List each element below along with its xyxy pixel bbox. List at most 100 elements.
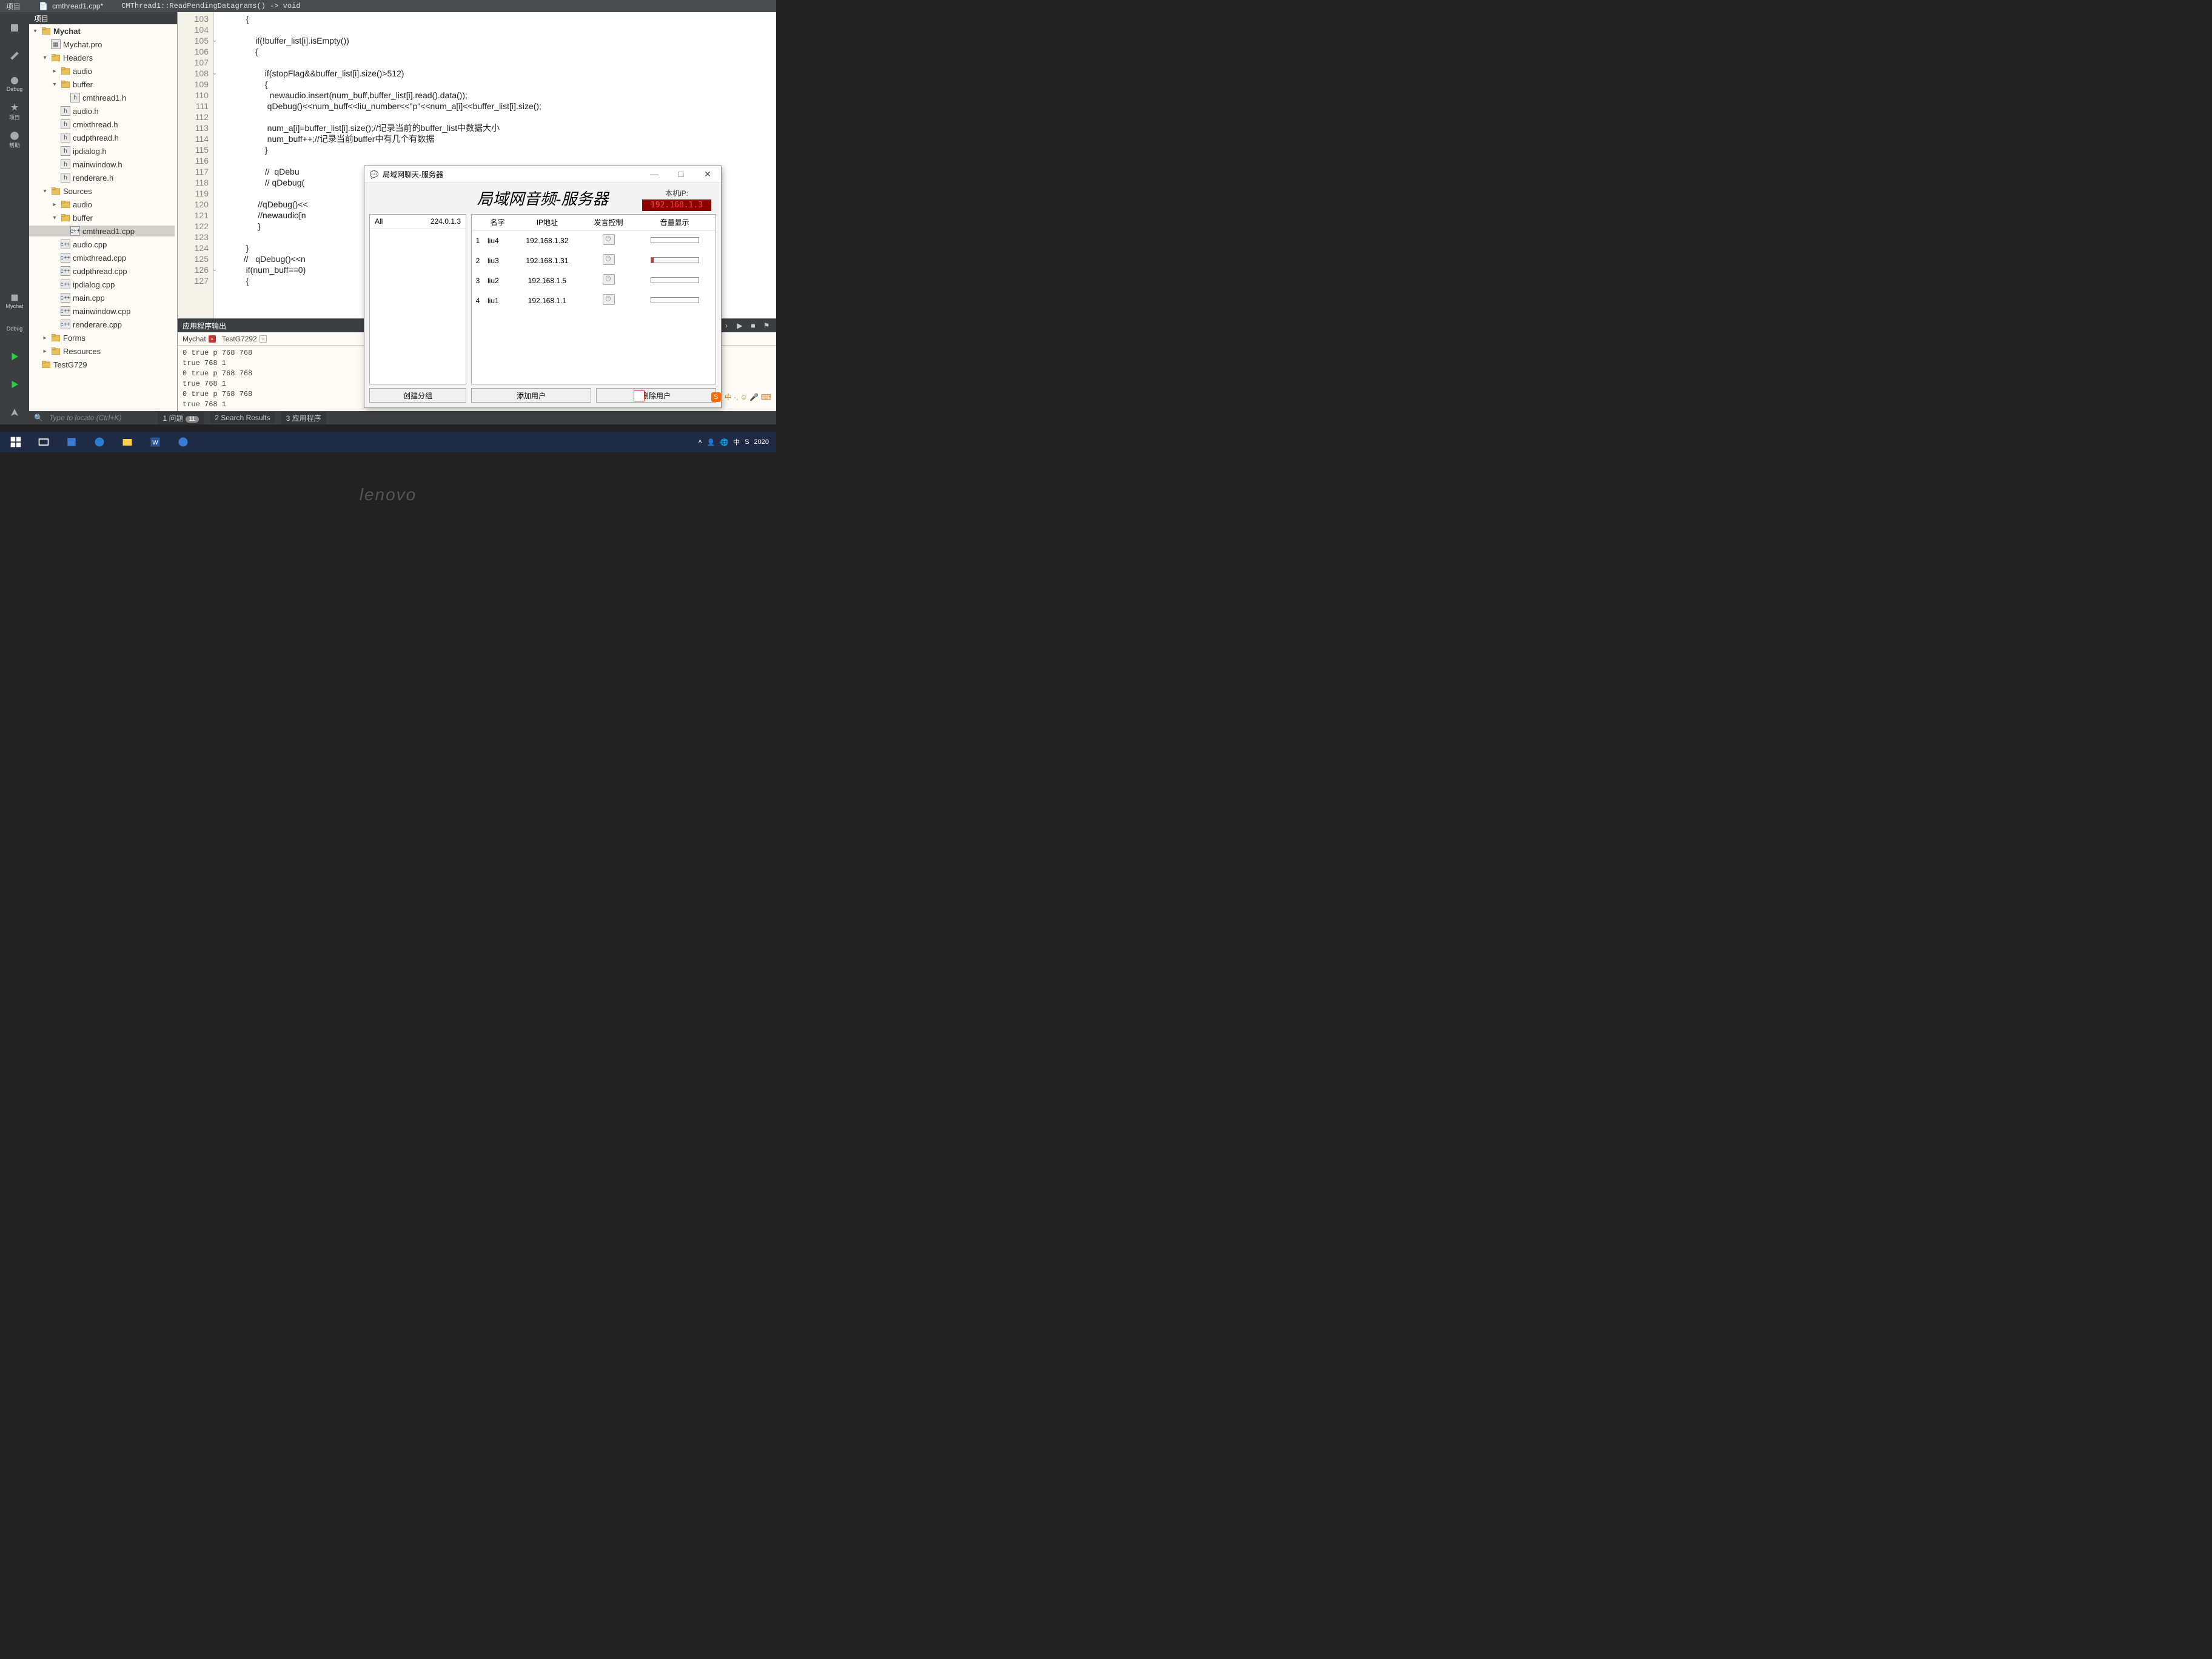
tree-item[interactable]: haudio.h [29, 106, 175, 116]
edit-mode-icon[interactable] [2, 44, 27, 68]
power-icon[interactable] [603, 254, 615, 265]
tree-item[interactable]: ▾buffer [29, 212, 175, 223]
tree-item[interactable]: hipdialog.h [29, 146, 175, 156]
tree-item[interactable]: hcmixthread.h [29, 119, 175, 130]
tree-item[interactable]: ▸audio [29, 65, 175, 76]
sogou-icon[interactable]: S [711, 392, 721, 402]
group-list[interactable]: All 224.0.1.3 [369, 214, 466, 384]
tree-item[interactable]: hmainwindow.h [29, 159, 175, 170]
tree-item[interactable]: ▸audio [29, 199, 175, 210]
tree-item[interactable]: c++cudpthread.cpp [29, 266, 175, 276]
volume-meter [651, 277, 699, 283]
laptop-brand: lenovo [360, 485, 417, 504]
open-file-tab[interactable]: 📄 cmthread1.cpp* [39, 2, 103, 11]
line-gutter: 1031041051061071081091101111121131141151… [178, 12, 214, 318]
output-tab[interactable]: TestG7292 × [222, 335, 267, 343]
power-icon[interactable] [603, 234, 615, 245]
maximize-button[interactable]: □ [672, 169, 689, 179]
welcome-mode-icon[interactable] [2, 16, 27, 40]
svg-text:W: W [152, 440, 158, 446]
table-row[interactable]: 3liu2192.168.1.5 [472, 270, 716, 290]
col-talk: 发言控制 [583, 215, 634, 230]
group-name: All [375, 217, 399, 226]
power-icon[interactable] [603, 274, 615, 285]
table-row[interactable]: 2liu3192.168.1.31 [472, 250, 716, 270]
window-title: 局域网聊天-服务器 [383, 169, 443, 179]
tree-item[interactable]: c++mainwindow.cpp [29, 306, 175, 317]
ime-tray[interactable]: S 中 ·, ☺ 🎤 ⌨ [711, 392, 771, 402]
output-run-icon[interactable]: ▶ [735, 321, 745, 330]
edge-icon[interactable] [86, 433, 113, 451]
locator-icon[interactable]: 🔍 [34, 414, 43, 422]
status-tab-issues[interactable]: 1 问题 11 [158, 412, 204, 424]
build-config[interactable]: Debug [2, 317, 27, 341]
tree-item[interactable]: hrenderare.h [29, 172, 175, 183]
locator-input[interactable]: Type to locate (Ctrl+K) [49, 414, 121, 422]
taskbar-app-2-icon[interactable] [170, 433, 196, 451]
tray-ime-icon[interactable]: 中 [733, 437, 740, 447]
output-attach-icon[interactable]: ⚑ [762, 321, 771, 330]
volume-meter [651, 237, 699, 243]
word-icon[interactable]: W [142, 433, 169, 451]
taskbar-app-1-icon[interactable] [58, 433, 85, 451]
tree-item[interactable]: ▾buffer [29, 79, 175, 90]
tree-item[interactable]: ▸Resources [29, 346, 175, 357]
output-title: 应用程序输出 [183, 321, 226, 331]
explorer-icon[interactable] [114, 433, 141, 451]
tree-item[interactable]: TestG729 [29, 359, 175, 370]
project-tree-header: 项目 [29, 12, 177, 24]
kit-selector[interactable]: Mychat [2, 289, 27, 313]
build-button-icon[interactable] [2, 400, 27, 424]
tree-item[interactable]: ▸Forms [29, 332, 175, 343]
create-group-button[interactable]: 创建分组 [369, 388, 466, 403]
tree-item[interactable]: c++audio.cpp [29, 239, 175, 250]
tree-item[interactable]: c++cmthread1.cpp [29, 226, 175, 236]
menu-project[interactable]: 项目 [6, 1, 21, 12]
app-icon: 💬 [369, 170, 379, 179]
tray-up-icon[interactable]: ˄ [698, 438, 702, 446]
mode-toolbar: Debug 项目 帮助 Mychat Debug [0, 12, 29, 424]
output-next-icon[interactable]: › [722, 321, 731, 330]
tree-item[interactable]: hcmthread1.h [29, 92, 175, 103]
tree-item[interactable]: ▦Mychat.pro [29, 39, 175, 50]
debug-mode-icon[interactable]: Debug [2, 72, 27, 96]
tray-sogou-icon[interactable]: S [745, 438, 749, 446]
add-user-button[interactable]: 添加用户 [471, 388, 591, 403]
tree-item[interactable]: ▾Headers [29, 52, 175, 63]
window-titlebar[interactable]: 💬 局域网聊天-服务器 — □ ✕ [364, 166, 721, 183]
tray-people-icon[interactable]: 👤 [707, 438, 716, 446]
tree-item[interactable]: c++renderare.cpp [29, 319, 175, 330]
tree-item[interactable]: c++ipdialog.cpp [29, 279, 175, 290]
power-icon[interactable] [603, 294, 615, 305]
tree-item[interactable]: ▾Mychat [29, 25, 175, 36]
projects-mode-icon[interactable]: 项目 [2, 99, 27, 124]
delete-user-button[interactable]: 删除用户 [596, 388, 716, 403]
windows-taskbar: W ˄ 👤 🌐 中 S 2020 [0, 432, 776, 452]
status-tab-appoutput[interactable]: 3 应用程序 [281, 412, 326, 424]
volume-meter [651, 297, 699, 303]
run-button-icon[interactable] [2, 344, 27, 369]
server-window: 💬 局域网聊天-服务器 — □ ✕ 局域网音频-服务器 本机iP: 192.16… [364, 166, 722, 408]
local-ip-value: 192.168.1.3 [642, 199, 711, 211]
breadcrumb[interactable]: CMThread1::ReadPendingDatagrams() -> voi… [121, 2, 300, 10]
taskview-icon[interactable] [30, 433, 57, 451]
output-tab[interactable]: Mychat × [183, 335, 216, 343]
table-row[interactable]: 1liu4192.168.1.32 [472, 230, 716, 251]
output-stop-icon[interactable]: ■ [748, 321, 758, 330]
tree-item[interactable]: c++cmixthread.cpp [29, 252, 175, 263]
tray-network-icon[interactable]: 🌐 [720, 438, 728, 446]
volume-meter [651, 257, 699, 263]
local-ip-label: 本机iP: [642, 188, 711, 198]
minimize-button[interactable]: — [646, 169, 663, 179]
start-button-icon[interactable] [2, 433, 29, 451]
debug-run-button-icon[interactable] [2, 372, 27, 397]
tree-item[interactable]: ▾Sources [29, 186, 175, 196]
tree-item[interactable]: c++main.cpp [29, 292, 175, 303]
close-button[interactable]: ✕ [699, 169, 716, 179]
col-volume: 音量显示 [634, 215, 716, 230]
tree-item[interactable]: hcudpthread.h [29, 132, 175, 143]
status-tab-search[interactable]: 2 Search Results [210, 412, 275, 423]
taskbar-clock[interactable]: 2020 [754, 438, 769, 446]
help-mode-icon[interactable]: 帮助 [2, 127, 27, 152]
table-row[interactable]: 4liu1192.168.1.1 [472, 290, 716, 310]
